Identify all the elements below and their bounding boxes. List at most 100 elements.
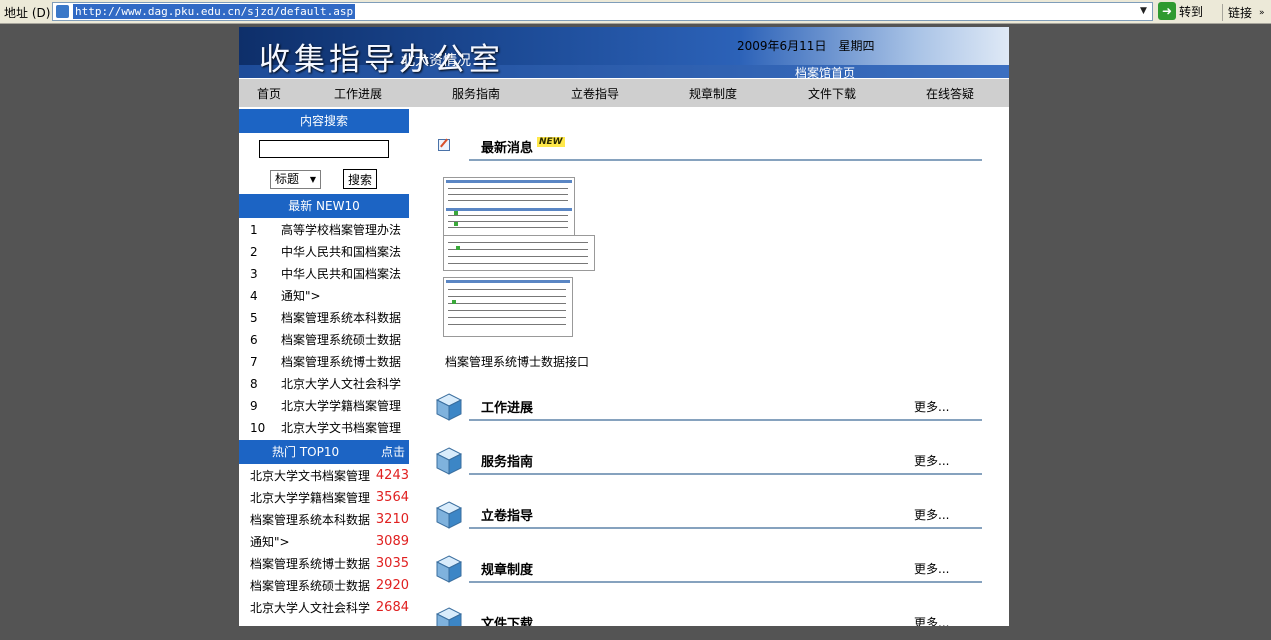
pencil-note-icon [438, 139, 450, 151]
section-title: 文件下载 [481, 617, 534, 626]
header-banner: 收集指导办公室 北大资情况 2009年6月11日 星期四 档案馆首页 [239, 27, 1009, 80]
item-title[interactable]: 高等学校档案管理办法 [281, 221, 409, 238]
more-link[interactable]: 更多... [914, 506, 949, 523]
click-count: 3035 [375, 556, 409, 571]
item-title[interactable]: 档案管理系统博士数据 [281, 353, 409, 370]
item-number: 10 [250, 421, 266, 435]
item-number: 4 [250, 289, 258, 303]
news-thumbnail[interactable] [443, 177, 595, 339]
list-item[interactable]: 8 北京大学人文社会科学 [239, 372, 409, 394]
address-url[interactable]: http://www.dag.pku.edu.cn/sjzd/default.a… [73, 4, 356, 19]
thumbnail-screenshot-1 [443, 177, 575, 237]
list-item[interactable]: 4 通知"> [239, 284, 409, 306]
item-title[interactable]: 档案管理系统本科数据 [281, 309, 409, 326]
click-count: 4243 [375, 468, 409, 483]
web-page: 收集指导办公室 北大资情况 2009年6月11日 星期四 档案馆首页 首页 工作… [239, 27, 1009, 626]
nav-work-progress[interactable]: 工作进展 [334, 85, 382, 102]
chevron-down-icon[interactable]: ▼ [1136, 4, 1151, 19]
list-item[interactable]: 2 中华人民共和国档案法 [239, 240, 409, 262]
main-nav: 首页 工作进展 服务指南 立卷指导 规章制度 文件下载 在线答疑 [239, 79, 1009, 107]
page-icon [56, 5, 69, 18]
nav-home[interactable]: 首页 [257, 85, 281, 102]
item-title[interactable]: 北京大学学籍档案管理 [250, 489, 372, 506]
list-item[interactable]: 档案管理系统硕士数据 2920 [239, 574, 409, 596]
list-item[interactable]: 北京大学学籍档案管理 3564 [239, 486, 409, 508]
list-item[interactable]: 通知"> 3089 [239, 530, 409, 552]
new-badge: NEW [537, 137, 565, 147]
address-field[interactable]: http://www.dag.pku.edu.cn/sjzd/default.a… [52, 2, 1153, 21]
cube-icon [436, 393, 462, 421]
list-item[interactable]: 9 北京大学学籍档案管理 [239, 394, 409, 416]
nav-downloads[interactable]: 文件下载 [808, 85, 856, 102]
section-divider [469, 527, 982, 529]
hot-click-label: 点击 [380, 445, 405, 459]
hot-header: 热门 TOP10 点击 [239, 440, 409, 464]
list-item[interactable]: 10 北京大学文书档案管理 [239, 416, 409, 438]
more-link[interactable]: 更多... [914, 398, 949, 415]
item-title[interactable]: 北京大学文书档案管理 [281, 419, 409, 436]
item-number: 5 [250, 311, 258, 325]
item-title[interactable]: 北京大学人文社会科学 [281, 375, 409, 392]
stats-text: 北大资情况 [401, 53, 471, 69]
thumbnail-screenshot-3 [443, 277, 573, 337]
main-content: 最新消息 NEW 档案管理系统博士数据接口 工作进展 更多... 服务指南 更多… [409, 109, 1009, 626]
address-toolbar: 地址 (D) http://www.dag.pku.edu.cn/sjzd/de… [0, 0, 1271, 24]
click-count: 3210 [375, 512, 409, 527]
item-title[interactable]: 北京大学人文社会科学 [250, 599, 372, 616]
nav-service-guide[interactable]: 服务指南 [452, 85, 500, 102]
item-number: 7 [250, 355, 258, 369]
search-button[interactable]: 搜索 [343, 169, 377, 189]
list-item[interactable]: 5 档案管理系统本科数据 [239, 306, 409, 328]
list-item[interactable]: 北京大学文书档案管理 4243 [239, 464, 409, 486]
date-text: 2009年6月11日 星期四 [737, 39, 875, 53]
item-title[interactable]: 通知"> [250, 533, 372, 550]
more-link[interactable]: 更多... [914, 560, 949, 577]
item-title[interactable]: 通知"> [281, 287, 409, 304]
click-count: 3089 [375, 534, 409, 549]
chevron-down-icon: ▼ [309, 175, 316, 184]
section-title: 立卷指导 [481, 509, 534, 524]
click-count: 2684 [375, 600, 409, 615]
list-item[interactable]: 档案管理系统博士数据 3035 [239, 552, 409, 574]
item-title[interactable]: 档案管理系统硕士数据 [281, 331, 409, 348]
list-item[interactable]: 7 档案管理系统博士数据 [239, 350, 409, 372]
nav-online-qa[interactable]: 在线答疑 [926, 85, 974, 102]
cube-icon [436, 607, 462, 626]
item-number: 9 [250, 399, 258, 413]
click-count: 2920 [375, 578, 409, 593]
cube-icon [436, 447, 462, 475]
section-title: 工作进展 [481, 401, 534, 416]
click-count: 3564 [375, 490, 409, 505]
section-divider [469, 159, 982, 161]
item-number: 1 [250, 223, 258, 237]
list-item[interactable]: 档案管理系统本科数据 3210 [239, 508, 409, 530]
more-link[interactable]: 更多... [914, 614, 949, 626]
search-field-select[interactable]: 标题 ▼ [270, 170, 321, 189]
list-item[interactable]: 北京大学人文社会科学 2684 [239, 596, 409, 618]
thumbnail-screenshot-2 [443, 235, 595, 271]
hot-header-label: 热门 TOP10 [272, 445, 340, 459]
news-caption[interactable]: 档案管理系统博士数据接口 [445, 353, 589, 370]
search-input[interactable] [259, 140, 389, 158]
chevron-right-icon[interactable]: » [1259, 8, 1265, 18]
item-title[interactable]: 北京大学文书档案管理 [250, 467, 372, 484]
go-button[interactable]: ➜ 转到 [1158, 2, 1203, 21]
list-item[interactable]: 6 档案管理系统硕士数据 [239, 328, 409, 350]
item-title[interactable]: 中华人民共和国档案法 [281, 243, 409, 260]
more-link[interactable]: 更多... [914, 452, 949, 469]
section-title: 规章制度 [481, 563, 534, 578]
item-title[interactable]: 北京大学学籍档案管理 [281, 397, 409, 414]
item-number: 3 [250, 267, 258, 281]
item-title[interactable]: 中华人民共和国档案法 [281, 265, 409, 282]
search-field-value: 标题 [275, 172, 300, 186]
item-title[interactable]: 档案管理系统硕士数据 [250, 577, 372, 594]
item-title[interactable]: 档案管理系统本科数据 [250, 511, 372, 528]
nav-regulations[interactable]: 规章制度 [689, 85, 737, 102]
list-item[interactable]: 1 高等学校档案管理办法 [239, 218, 409, 240]
section-title: 服务指南 [481, 455, 534, 470]
list-item[interactable]: 3 中华人民共和国档案法 [239, 262, 409, 284]
nav-filing-guide[interactable]: 立卷指导 [571, 85, 619, 102]
links-button[interactable]: 链接 [1222, 4, 1252, 21]
item-title[interactable]: 档案管理系统博士数据 [250, 555, 372, 572]
sidebar: 内容搜索 标题 ▼ 搜索 最新 NEW10 1 高等学校档案管理办法 2 中华人民共… [239, 109, 409, 626]
